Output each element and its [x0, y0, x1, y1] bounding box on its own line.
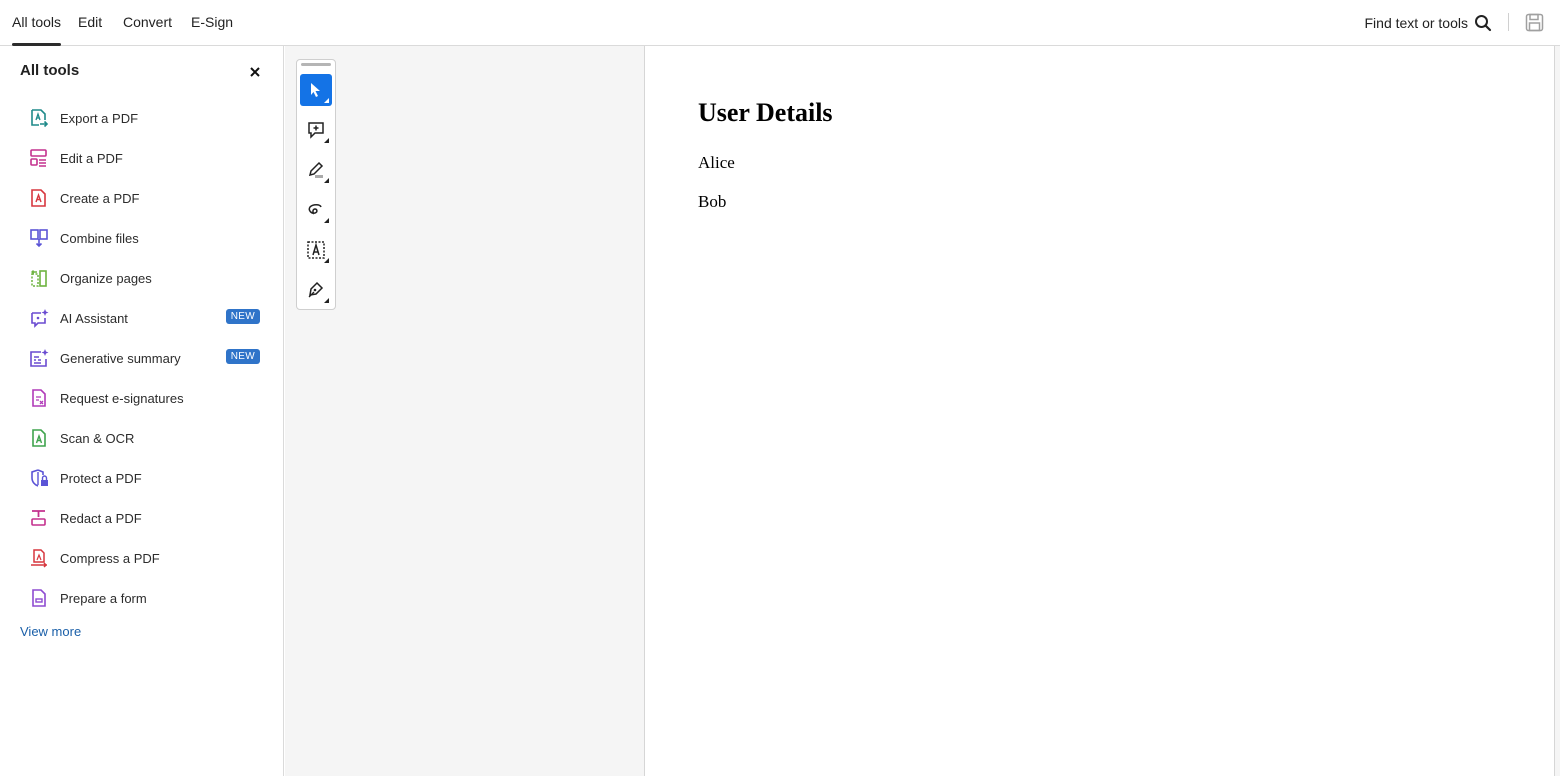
search-icon — [1475, 14, 1492, 31]
tab-e-sign[interactable]: E-Sign — [191, 0, 233, 45]
save-icon[interactable] — [1525, 13, 1544, 32]
tool-label: Request e-signatures — [60, 390, 184, 406]
document-heading: User Details — [698, 98, 833, 127]
ai-assistant-icon — [28, 307, 50, 329]
panel-title: All tools — [20, 62, 80, 79]
find-text-or-tools-button[interactable]: Find text or tools — [1365, 0, 1493, 45]
highlighter-icon — [308, 161, 324, 178]
text-box-icon — [307, 241, 325, 259]
tool-label: Scan & OCR — [60, 430, 135, 446]
tool-label: Organize pages — [60, 270, 152, 286]
export-pdf-icon — [28, 107, 50, 129]
pdf-page: User Details Alice Bob — [644, 46, 1555, 776]
text-box-button[interactable] — [300, 234, 332, 266]
expand-triangle-icon — [324, 138, 329, 143]
tool-label: Protect a PDF — [60, 470, 142, 486]
toolbar-divider — [1508, 13, 1509, 31]
combine-files-icon — [28, 227, 50, 249]
edit-pdf-icon — [28, 147, 50, 169]
tool-edit-pdf[interactable]: Edit a PDF — [28, 144, 268, 172]
tool-label: Export a PDF — [60, 110, 139, 126]
draw-button[interactable] — [300, 194, 332, 226]
tool-label: Combine files — [60, 230, 139, 246]
expand-triangle-icon — [324, 218, 329, 223]
expand-triangle-icon — [324, 178, 329, 183]
organize-pages-icon — [28, 267, 50, 289]
highlight-button[interactable] — [300, 154, 332, 186]
prepare-form-icon — [28, 587, 50, 609]
find-label: Find text or tools — [1364, 14, 1469, 31]
sign-button[interactable] — [300, 274, 332, 306]
new-badge: NEW — [225, 349, 260, 364]
tool-combine-files[interactable]: Combine files — [28, 224, 268, 252]
tool-label: Edit a PDF — [60, 150, 123, 166]
tool-label: Create a PDF — [60, 190, 140, 206]
redact-pdf-icon — [28, 507, 50, 529]
tool-compress-pdf[interactable]: Compress a PDF — [28, 544, 268, 572]
tool-protect-pdf[interactable]: Protect a PDF — [28, 464, 268, 492]
toolbar-drag-handle[interactable] — [301, 63, 331, 66]
all-tools-panel: All tools Export a PDF Edit a PDF Create… — [0, 46, 284, 776]
create-pdf-icon — [28, 187, 50, 209]
add-comment-button[interactable] — [300, 114, 332, 146]
document-line-alice: Alice — [698, 153, 735, 172]
tool-ai-assistant[interactable]: AI Assistant NEW — [28, 304, 268, 332]
tool-organize-pages[interactable]: Organize pages — [28, 264, 268, 292]
document-line-bob: Bob — [698, 192, 727, 211]
tool-label: AI Assistant — [60, 310, 128, 326]
tool-label: Generative summary — [60, 350, 181, 366]
protect-pdf-icon — [28, 467, 50, 489]
select-tool-button[interactable] — [300, 74, 332, 106]
scan-ocr-icon — [28, 427, 50, 449]
tool-export-pdf[interactable]: Export a PDF — [28, 104, 268, 132]
expand-triangle-icon — [324, 98, 329, 103]
new-badge: NEW — [225, 309, 260, 324]
pen-sign-icon — [308, 281, 324, 298]
tool-request-esignatures[interactable]: Request e-signatures — [28, 384, 268, 412]
quick-tools-toolbar — [296, 59, 336, 310]
tab-all-tools[interactable]: All tools — [12, 0, 62, 46]
tool-scan-ocr[interactable]: Scan & OCR — [28, 424, 268, 452]
cursor-icon — [311, 83, 320, 97]
tool-prepare-form[interactable]: Prepare a form — [28, 584, 268, 612]
tab-edit[interactable]: Edit — [78, 0, 102, 45]
top-bar: All tools Edit Convert E-Sign Find text … — [0, 0, 1560, 46]
tool-redact-pdf[interactable]: Redact a PDF — [28, 504, 268, 532]
compress-pdf-icon — [28, 547, 50, 569]
request-esignatures-icon — [28, 387, 50, 409]
tool-label: Redact a PDF — [60, 510, 142, 526]
comment-add-icon — [308, 122, 324, 139]
tool-label: Prepare a form — [60, 590, 147, 606]
expand-triangle-icon — [324, 298, 329, 303]
view-more-link[interactable]: View more — [20, 624, 81, 639]
tool-create-pdf[interactable]: Create a PDF — [28, 184, 268, 212]
expand-triangle-icon — [324, 258, 329, 263]
close-icon[interactable] — [248, 65, 262, 79]
tool-generative-summary[interactable]: Generative summary NEW — [28, 344, 268, 372]
freehand-draw-icon — [308, 204, 322, 215]
tool-label: Compress a PDF — [60, 550, 160, 566]
tab-convert[interactable]: Convert — [123, 0, 172, 45]
generative-summary-icon — [28, 347, 50, 369]
